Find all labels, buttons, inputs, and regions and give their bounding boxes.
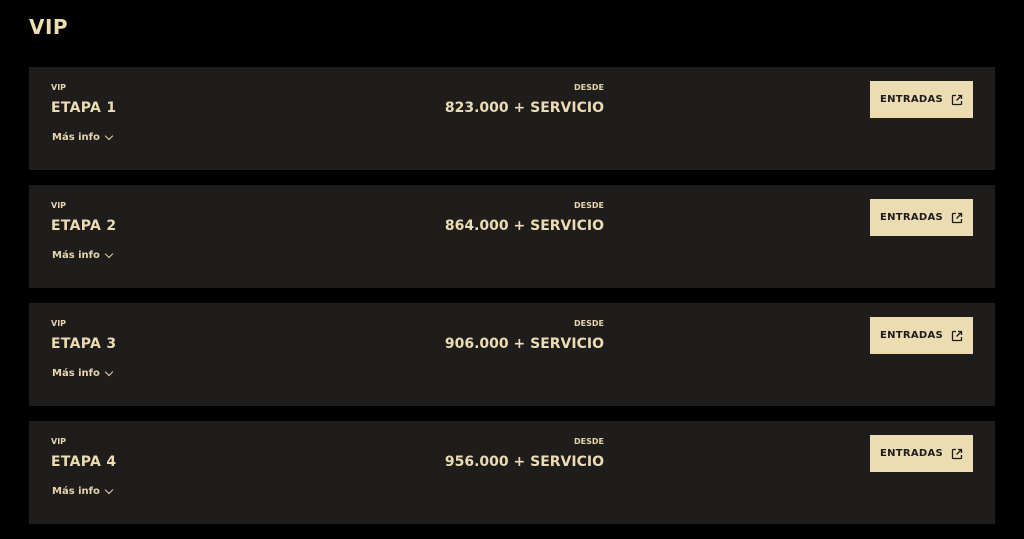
card-category: VIP (51, 201, 67, 210)
external-link-icon (951, 330, 963, 341)
ticket-card-etapa-1: VIP ETAPA 1 Más info DESDE 823.000 + SER… (29, 67, 995, 170)
tickets-button-label: ENTRADAS (879, 330, 944, 341)
more-info-toggle[interactable]: Más info (52, 367, 114, 379)
section-title: VIP (29, 15, 69, 39)
from-label: DESDE (574, 319, 604, 328)
more-info-label: Más info (52, 132, 100, 143)
card-category: VIP (51, 437, 67, 446)
from-label: DESDE (574, 201, 604, 210)
from-label: DESDE (574, 437, 604, 446)
card-stage: ETAPA 3 (51, 336, 117, 352)
card-category: VIP (51, 319, 67, 328)
tickets-button-label: ENTRADAS (879, 448, 944, 459)
chevron-down-icon (104, 485, 114, 495)
price: 864.000 + SERVICIO (444, 218, 604, 234)
tickets-button[interactable]: ENTRADAS (870, 317, 973, 354)
tickets-button[interactable]: ENTRADAS (870, 199, 973, 236)
ticket-card-etapa-2: VIP ETAPA 2 Más info DESDE 864.000 + SER… (29, 185, 995, 288)
chevron-down-icon (104, 249, 114, 259)
price: 906.000 + SERVICIO (444, 336, 604, 352)
more-info-toggle[interactable]: Más info (52, 485, 114, 497)
more-info-label: Más info (52, 486, 100, 497)
card-category: VIP (51, 83, 67, 92)
ticket-card-etapa-4: VIP ETAPA 4 Más info DESDE 956.000 + SER… (29, 421, 995, 524)
price: 823.000 + SERVICIO (444, 100, 604, 116)
from-label: DESDE (574, 83, 604, 92)
tickets-button[interactable]: ENTRADAS (870, 435, 973, 472)
tickets-button-label: ENTRADAS (879, 94, 944, 105)
external-link-icon (951, 94, 963, 105)
more-info-label: Más info (52, 250, 100, 261)
card-stage: ETAPA 4 (51, 454, 117, 470)
external-link-icon (951, 212, 963, 223)
chevron-down-icon (104, 367, 114, 377)
external-link-icon (951, 448, 963, 459)
tickets-button-label: ENTRADAS (879, 212, 944, 223)
more-info-label: Más info (52, 368, 100, 379)
more-info-toggle[interactable]: Más info (52, 249, 114, 261)
price: 956.000 + SERVICIO (444, 454, 604, 470)
card-stage: ETAPA 1 (51, 100, 117, 116)
chevron-down-icon (104, 131, 114, 141)
ticket-card-etapa-3: VIP ETAPA 3 Más info DESDE 906.000 + SER… (29, 303, 995, 406)
card-stage: ETAPA 2 (51, 218, 117, 234)
more-info-toggle[interactable]: Más info (52, 131, 114, 143)
tickets-button[interactable]: ENTRADAS (870, 81, 973, 118)
